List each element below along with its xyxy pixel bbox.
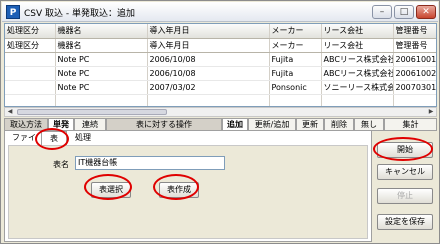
tab-process[interactable]: 処理 <box>67 131 99 145</box>
title-bar: P CSV 取込 - 単発取込：追加 – □ ✕ <box>2 2 438 22</box>
table-row[interactable] <box>5 94 436 106</box>
grid-cell[interactable]: リース会社 <box>321 38 394 53</box>
settings-panel: ファイル 表 処理 表名 IT機器台帳 表選択 表作成 <box>4 130 372 242</box>
close-button[interactable]: ✕ <box>416 5 436 19</box>
grid-cell[interactable] <box>393 94 436 106</box>
grid-cell[interactable]: 2006/10/08 <box>147 52 270 67</box>
table-row[interactable]: 処理区分 機器名 導入年月日 メーカー リース会社 管理番号 <box>5 38 436 53</box>
grid-cell[interactable]: Note PC <box>55 80 148 95</box>
tab-file[interactable]: ファイル <box>9 131 39 156</box>
table-settings-pane: 表名 IT機器台帳 表選択 表作成 <box>8 145 368 239</box>
grid-cell[interactable]: メーカー <box>269 38 322 53</box>
select-table-button[interactable]: 表選択 <box>91 182 131 198</box>
table-row[interactable]: Note PC 2006/10/08 Fujita ABCリース株式会社 200… <box>5 66 436 81</box>
grid-cell[interactable] <box>5 94 56 106</box>
grid-cell[interactable]: 20061001 <box>393 52 436 67</box>
grid-cell[interactable] <box>269 94 322 106</box>
grid-cell[interactable]: 管理番号 <box>393 38 436 53</box>
scroll-left-icon[interactable]: ◀ <box>5 108 15 116</box>
stop-button: 停止 <box>377 188 433 204</box>
scroll-right-icon[interactable]: ▶ <box>426 108 436 116</box>
minimize-button[interactable]: – <box>372 5 392 19</box>
grid-cell[interactable]: 機器名 <box>55 38 148 53</box>
column-header[interactable]: 導入年月日 <box>147 24 270 39</box>
grid-cell[interactable] <box>5 66 56 81</box>
action-pane: 開始 キャンセル 停止 設定を保存 <box>372 130 438 243</box>
grid-cell[interactable]: Note PC <box>55 52 148 67</box>
table-name-input[interactable]: IT機器台帳 <box>75 156 225 170</box>
grid-cell[interactable]: Fujita <box>269 66 322 81</box>
window-title: CSV 取込 - 単発取込：追加 <box>24 9 135 19</box>
cancel-button[interactable]: キャンセル <box>377 164 433 180</box>
column-header[interactable]: リース会社 <box>321 24 394 39</box>
grid-cell[interactable]: Note PC <box>55 66 148 81</box>
save-settings-button[interactable]: 設定を保存 <box>377 214 433 230</box>
start-button[interactable]: 開始 <box>377 142 433 158</box>
grid-cell[interactable]: ABCリース株式会社 <box>321 52 394 67</box>
grid-header-row: 処理区分 機器名 導入年月日 メーカー リース会社 管理番号 <box>5 24 436 39</box>
panel-tab-bar: ファイル 表 処理 <box>5 131 371 156</box>
csv-import-window: P CSV 取込 - 単発取込：追加 – □ ✕ 処理区分 機器名 導入年月日 … <box>0 0 440 244</box>
data-grid[interactable]: 処理区分 機器名 導入年月日 メーカー リース会社 管理番号 処理区分 機器名 … <box>4 23 437 107</box>
column-header[interactable]: 処理区分 <box>5 24 56 39</box>
grid-cell[interactable] <box>55 94 148 106</box>
grid-cell[interactable]: Ponsonic <box>269 80 322 95</box>
grid-cell[interactable]: 導入年月日 <box>147 38 270 53</box>
app-icon: P <box>6 5 20 19</box>
column-header[interactable]: メーカー <box>269 24 322 39</box>
column-header[interactable]: 管理番号 <box>393 24 436 39</box>
grid-cell[interactable] <box>321 94 394 106</box>
tab-table[interactable]: 表 <box>41 131 67 145</box>
horizontal-scrollbar[interactable]: ◀ ▶ <box>4 107 437 117</box>
grid-cell[interactable]: 2007/03/02 <box>147 80 270 95</box>
grid-cell[interactable]: 2006/10/08 <box>147 66 270 81</box>
maximize-button[interactable]: □ <box>394 5 414 19</box>
grid-cell[interactable]: 20061002 <box>393 66 436 81</box>
grid-cell[interactable]: Fujita <box>269 52 322 67</box>
grid-cell[interactable] <box>5 52 56 67</box>
create-table-button[interactable]: 表作成 <box>159 182 199 198</box>
grid-cell[interactable]: 処理区分 <box>5 38 56 53</box>
grid-cell[interactable]: 20070301 <box>393 80 436 95</box>
grid-cell[interactable] <box>147 94 270 106</box>
grid-cell[interactable]: ソニーリース株式会社 <box>321 80 394 95</box>
column-header[interactable]: 機器名 <box>55 24 148 39</box>
table-row[interactable]: Note PC 2007/03/02 Ponsonic ソニーリース株式会社 2… <box>5 80 436 95</box>
grid-cell[interactable] <box>5 80 56 95</box>
scrollbar-thumb[interactable] <box>17 109 167 115</box>
grid-cell[interactable]: ABCリース株式会社 <box>321 66 394 81</box>
table-row[interactable]: Note PC 2006/10/08 Fujita ABCリース株式会社 200… <box>5 52 436 67</box>
table-name-label: 表名 <box>53 160 69 169</box>
